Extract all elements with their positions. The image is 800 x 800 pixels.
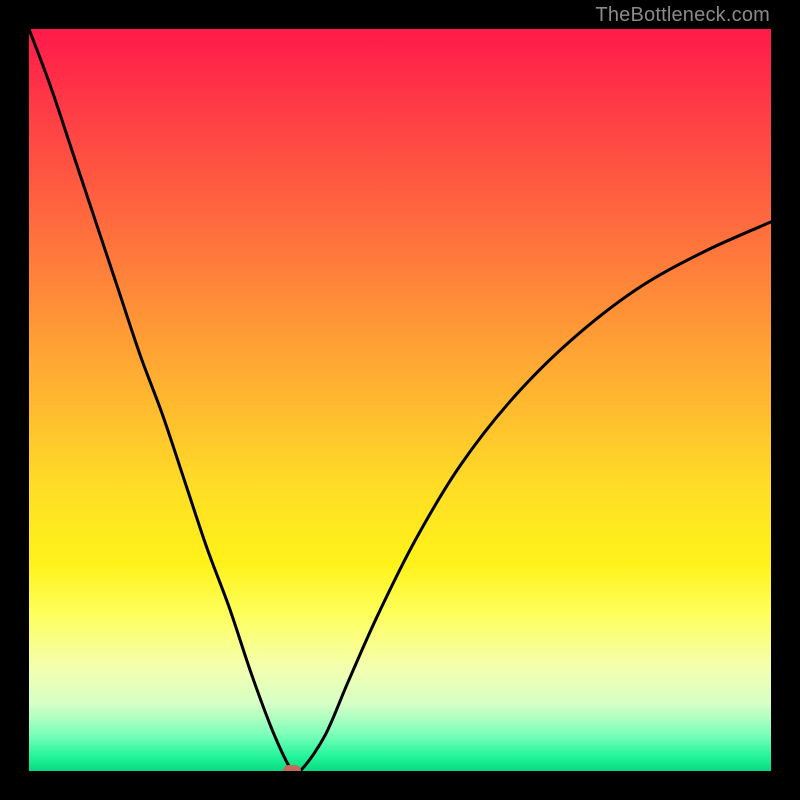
attribution-label: TheBottleneck.com [595,4,770,27]
minimum-marker [283,765,301,771]
chart-frame: TheBottleneck.com [0,0,800,800]
bottleneck-curve [29,29,771,771]
plot-area [29,29,771,771]
